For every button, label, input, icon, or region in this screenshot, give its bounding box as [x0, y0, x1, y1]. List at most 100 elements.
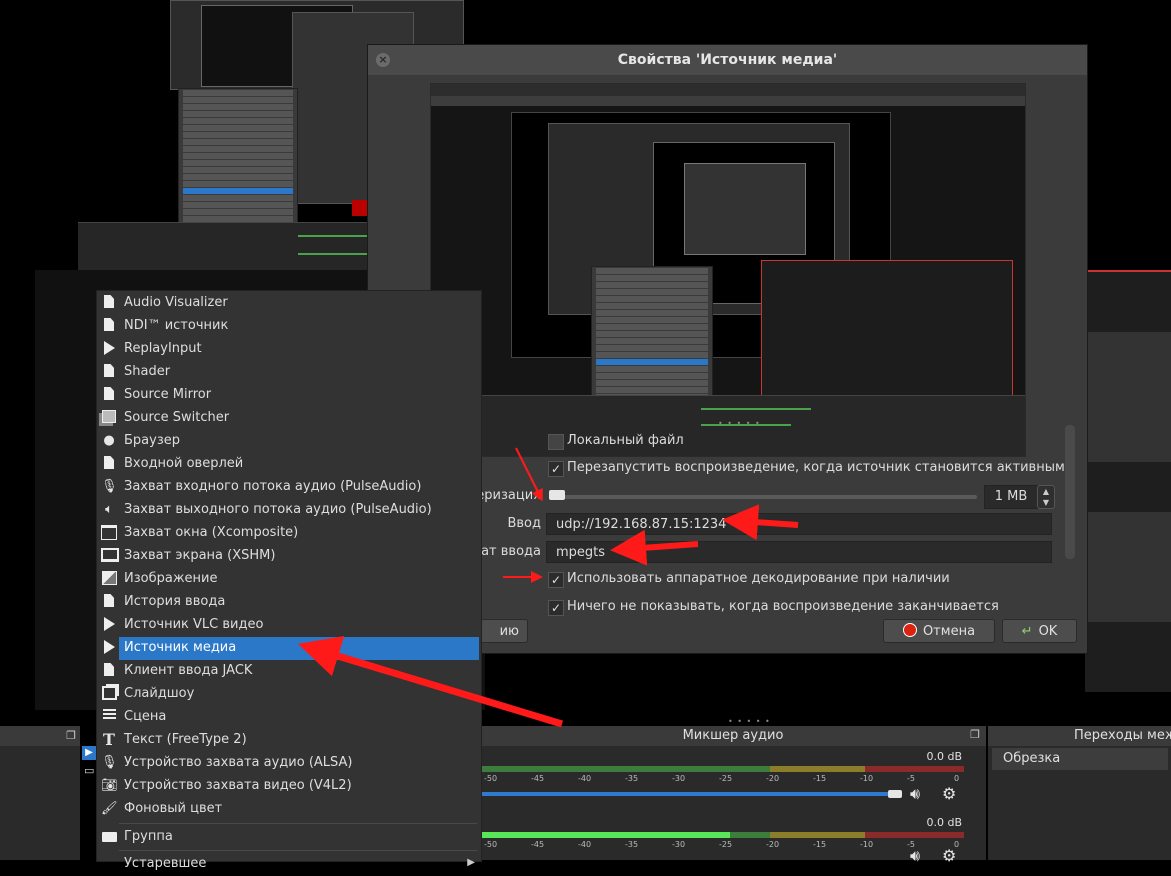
transitions-dock: Переходы меж Обрезка [988, 726, 1171, 860]
cancel-icon [902, 623, 917, 637]
meter-tick-label: -10 [860, 774, 874, 783]
hw-decode-label: Использовать аппаратное декодирование пр… [567, 571, 950, 586]
local-file-checkbox[interactable] [548, 434, 564, 450]
meter-tick-label: -15 [813, 840, 827, 849]
menu-item-deprecated[interactable]: Устаревшее ▶ [97, 853, 481, 876]
menu-item-label: Устройство захвата аудио (ALSA) [124, 755, 353, 770]
menu-item-label: ReplayInput [124, 341, 202, 356]
menu-item[interactable]: 📷︎ Устройство захвата видео (V4L2) [97, 775, 481, 798]
meter-tick-label: -10 [860, 840, 874, 849]
menu-item[interactable]: Shader [97, 361, 481, 384]
sources-dock: ❐ [0, 726, 80, 860]
hide-on-end-label: Ничего не показывать, когда воспроизведе… [567, 599, 999, 614]
gear-icon[interactable]: ⚙ [942, 846, 956, 865]
menu-item-group[interactable]: Группа [97, 826, 481, 849]
menu-item[interactable]: T Текст (FreeType 2) [97, 729, 481, 752]
menu-item[interactable]: Audio Visualizer [97, 292, 481, 315]
right-preview-edge [1085, 270, 1171, 692]
play-icon: ▶ [82, 746, 96, 760]
menu-item-label: Слайдшоу [124, 686, 195, 701]
gear-icon[interactable]: ⚙ [942, 784, 956, 803]
speaker-icon[interactable]: 🔊︎ [910, 846, 920, 866]
menu-item-label: Захват экрана (XSHM) [124, 548, 276, 563]
text-icon: T [103, 730, 115, 749]
buffering-spinbox[interactable]: 1 MB [984, 485, 1038, 509]
menu-item[interactable]: ● Браузер [97, 430, 481, 453]
play-icon [101, 341, 117, 357]
buffering-slider-handle[interactable] [549, 490, 565, 500]
ok-icon: ↵ [1021, 624, 1033, 639]
document-icon [101, 387, 117, 403]
properties-scrollbar[interactable] [1065, 425, 1075, 559]
speaker-icon[interactable]: 🔊︎ [910, 784, 920, 804]
spin-arrows-icon[interactable]: ▲ ▼ [1037, 485, 1055, 509]
input-format-field[interactable]: mpegts [546, 541, 1052, 563]
menu-item-label: Захват входного потока аудио (PulseAudio… [124, 479, 422, 494]
menu-item[interactable]: Входной оверлей [97, 453, 481, 476]
slideshow-icon [101, 686, 117, 702]
restart-checkbox[interactable]: ✓ [548, 461, 564, 477]
menu-item[interactable]: Сцена [97, 706, 481, 729]
meter-tick-label: -15 [813, 774, 827, 783]
ok-label: OK [1038, 624, 1058, 639]
menu-item[interactable]: Источник VLC видео [97, 614, 481, 637]
monitor-icon: ▭ [84, 764, 95, 777]
meter-tick-label: -40 [578, 840, 592, 849]
menu-item[interactable]: Source Switcher [97, 407, 481, 430]
hide-on-end-checkbox[interactable]: ✓ [548, 600, 564, 616]
close-icon[interactable]: × [376, 53, 390, 67]
speaker-icon: 🔈︎ [105, 502, 113, 517]
menu-item[interactable]: Захват окна (Xcomposite) [97, 522, 481, 545]
menu-item[interactable]: 🔈︎ Захват выходного потока аудио (PulseAu… [97, 499, 481, 522]
meter-tick-label: -40 [578, 774, 592, 783]
menu-item[interactable]: Источник медиа [97, 637, 481, 660]
meter-tick-label: -35 [625, 774, 639, 783]
cancel-button[interactable]: Отмена [883, 619, 995, 643]
menu-item-label: Source Mirror [124, 387, 212, 402]
menu-item[interactable]: Изображение [97, 568, 481, 591]
menu-item[interactable]: Слайдшоу [97, 683, 481, 706]
menu-item-label: NDI™ источник [124, 318, 229, 333]
menu-item-label: Захват выходного потока аудио (PulseAudi… [124, 502, 432, 517]
input-field[interactable]: udp://192.168.87.15:1234 [546, 513, 1052, 535]
cancel-label: Отмена [922, 624, 976, 639]
float-dock-icon[interactable]: ❐ [66, 729, 76, 742]
hw-decode-checkbox[interactable]: ✓ [548, 572, 564, 588]
dock-splitter-handle[interactable]: • • • • • [728, 717, 771, 726]
menu-item[interactable]: 🎙︎ Захват входного потока аудио (PulseAud… [97, 476, 481, 499]
menu-item[interactable]: Клиент ввода JACK [97, 660, 481, 683]
meter-tick-label: -45 [531, 774, 545, 783]
menu-item-label: Входной оверлей [124, 456, 244, 471]
chevron-right-icon: ▶ [467, 857, 475, 868]
track1-volume-slider[interactable] [480, 792, 888, 796]
menu-item[interactable]: ReplayInput [97, 338, 481, 361]
track1-volume-handle[interactable] [888, 790, 902, 798]
buffering-slider[interactable] [552, 495, 977, 499]
meter-tick-label: -20 [766, 774, 780, 783]
document-icon [101, 456, 117, 472]
add-source-menu: Audio Visualizer NDI™ источник ReplayInput… [96, 290, 482, 871]
ok-button[interactable]: ↵ OK [1002, 619, 1077, 643]
menu-item[interactable]: История ввода [97, 591, 481, 614]
menu-item[interactable]: 🎙︎ Устройство захвата аудио (ALSA) [97, 752, 481, 775]
source-preview [430, 83, 1026, 457]
menu-item[interactable]: Захват экрана (XSHM) [97, 545, 481, 568]
meter-tick-label: -35 [625, 840, 639, 849]
transitions-title: Переходы меж [988, 726, 1171, 746]
menu-item-label: Браузер [124, 433, 180, 448]
document-icon [101, 318, 117, 334]
meter-tick-label: -45 [531, 840, 545, 849]
microphone-icon: 🎙︎ [101, 755, 118, 770]
float-dock-icon[interactable]: ❐ [970, 728, 980, 741]
menu-item[interactable]: Source Mirror [97, 384, 481, 407]
monitor-icon [101, 548, 119, 564]
meter-tick-label: -25 [719, 840, 733, 849]
menu-item[interactable]: NDI™ источник [97, 315, 481, 338]
track1-db: 0.0 dB [926, 750, 962, 763]
transition-select[interactable]: Обрезка [992, 748, 1168, 770]
meter-tick-label: -20 [766, 840, 780, 849]
dialog-title: Свойства 'Источник медиа' [368, 45, 1087, 75]
play-icon [101, 617, 117, 633]
input-label: Ввод [507, 516, 541, 531]
menu-item[interactable]: 🖌︎ Фоновый цвет [97, 798, 481, 821]
